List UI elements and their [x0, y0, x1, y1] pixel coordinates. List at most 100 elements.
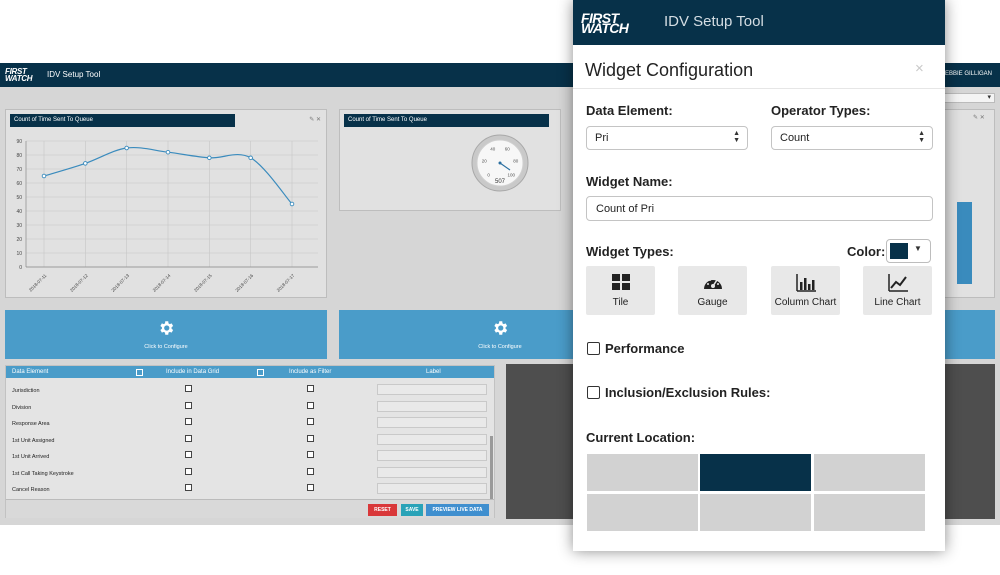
table-row: 1st Unit Assigned	[6, 432, 492, 449]
location-cell[interactable]	[814, 454, 925, 491]
configure-widget-button[interactable]: Click to Configure	[5, 310, 327, 359]
include-filter-checkbox[interactable]	[307, 467, 314, 475]
preview-live-data-button[interactable]: PREVIEW LIVE DATA	[426, 504, 489, 516]
data-point	[124, 145, 129, 151]
data-element-select[interactable]: Pri ▲ ▼	[586, 126, 748, 150]
location-cell[interactable]	[700, 494, 811, 531]
user-name[interactable]: DEBBIE GILLIGAN	[941, 71, 992, 77]
widget-configuration-modal: FIRST WATCH IDV Setup Tool Widget Config…	[573, 0, 945, 551]
location-cell[interactable]	[587, 494, 698, 531]
select-all-grid-checkbox[interactable]	[136, 369, 143, 376]
color-swatch	[890, 243, 908, 259]
column-bar	[957, 202, 972, 284]
y-tick-label: 20	[16, 237, 22, 243]
label-input[interactable]	[377, 483, 487, 494]
include-grid-checkbox[interactable]	[185, 484, 192, 491]
modal-title: Widget Configuration	[585, 60, 754, 80]
table-row: Division	[6, 399, 492, 416]
configure-widget-button-partial[interactable]	[940, 310, 995, 359]
label-input[interactable]	[377, 433, 487, 445]
widget-type-line-chart[interactable]: Line Chart	[863, 266, 932, 315]
data-point	[83, 161, 88, 166]
x-tick-label: 2018-07-13	[110, 273, 130, 293]
configure-label: Click to Configure	[144, 344, 188, 350]
include-filter-checkbox[interactable]	[307, 418, 314, 425]
label-input[interactable]	[377, 450, 487, 461]
label-input[interactable]	[377, 466, 487, 478]
color-label: Color:	[847, 244, 886, 259]
data-point	[207, 155, 212, 161]
data-element-grid: Data Element Include in Data Grid Includ…	[5, 365, 495, 518]
x-tick-label: 2018-07-17	[276, 273, 296, 293]
operator-types-select[interactable]: Count ▲ ▼	[771, 126, 933, 150]
table-row: Response Area	[6, 415, 492, 432]
gear-icon	[494, 321, 508, 335]
widget-type-gauge[interactable]: Gauge	[678, 266, 747, 315]
location-cell[interactable]	[700, 454, 811, 491]
data-point	[165, 149, 171, 155]
gauge-chart: 02040 6080100 507	[471, 134, 529, 192]
x-tick-label: 2018-07-14	[152, 273, 172, 293]
include-filter-checkbox[interactable]	[307, 434, 314, 442]
label-input[interactable]	[377, 417, 487, 428]
include-grid-checkbox[interactable]	[185, 434, 192, 442]
widget-type-tile[interactable]: Tile	[586, 266, 655, 315]
chevron-down-icon: ▾	[987, 94, 991, 101]
row-data-element: Division	[12, 404, 32, 411]
grid-scrollbar[interactable]	[490, 436, 493, 506]
include-grid-checkbox[interactable]	[185, 467, 192, 475]
y-tick-label: 10	[16, 251, 22, 257]
select-all-filter-checkbox[interactable]	[257, 369, 264, 376]
gauge-icon	[703, 278, 722, 289]
operator-types-value: Count	[780, 132, 810, 144]
gauge-tick-label: 100	[508, 172, 516, 177]
row-data-element: 1st Call Taking Keystroke	[12, 470, 74, 477]
gauge-panel: Count of Time Sent To Queue 0 20 40 60 80 100…	[339, 109, 561, 211]
table-row: Jurisdiction	[6, 382, 492, 399]
widget-type-label: Tile	[612, 297, 629, 308]
include-filter-checkbox[interactable]	[307, 484, 314, 491]
select-arrows-icon: ▲ ▼	[918, 130, 925, 144]
data-point	[248, 155, 253, 161]
header-include-grid: Include in Data Grid	[166, 369, 220, 375]
include-grid-checkbox[interactable]	[185, 385, 192, 392]
reset-button[interactable]: RESET	[368, 504, 397, 516]
y-tick-label: 60	[16, 181, 22, 187]
widget-name-input[interactable]	[586, 196, 933, 221]
performance-label: Performance	[605, 341, 685, 356]
include-filter-checkbox[interactable]	[307, 451, 314, 458]
color-picker-button[interactable]: ▼	[886, 239, 931, 263]
operator-types-label: Operator Types:	[771, 103, 871, 118]
location-cell[interactable]	[587, 454, 698, 491]
include-grid-checkbox[interactable]	[185, 418, 192, 425]
panel-tools-icons[interactable]: ✎ ✕	[973, 114, 985, 121]
save-button[interactable]: SAVE	[401, 504, 423, 516]
include-filter-checkbox[interactable]	[307, 385, 314, 392]
widget-type-column-chart[interactable]: Column Chart	[771, 266, 840, 315]
line-chart-icon	[887, 274, 908, 292]
row-data-element: Cancel Reason	[12, 487, 50, 493]
label-input[interactable]	[377, 384, 487, 395]
label-input[interactable]	[377, 400, 487, 412]
modal-app-title: IDV Setup Tool	[664, 13, 764, 30]
select-arrows-icon: ▲ ▼	[733, 130, 740, 144]
row-data-element: Response Area	[12, 421, 50, 427]
include-grid-checkbox[interactable]	[185, 451, 192, 458]
y-tick-label: 0	[19, 265, 22, 271]
background-dropdown[interactable]: ▾	[940, 93, 995, 103]
y-tick-label: 50	[16, 195, 22, 201]
performance-checkbox[interactable]	[587, 342, 600, 355]
gear-icon	[160, 321, 174, 335]
include-filter-checkbox[interactable]	[307, 401, 314, 409]
inclusion-exclusion-checkbox[interactable]	[587, 386, 600, 399]
include-grid-checkbox[interactable]	[185, 401, 192, 409]
y-tick-label: 80	[16, 153, 22, 159]
grid-header: Data Element Include in Data Grid Includ…	[6, 366, 494, 378]
line-chart-panel: Count of Time Sent To Queue ✎ ✕ 0 10 20 30 4…	[5, 109, 327, 298]
close-icon[interactable]: ×	[915, 60, 924, 77]
grid-footer: RESET SAVE PREVIEW LIVE DATA	[6, 499, 494, 518]
header-include-filter: Include as Filter	[289, 369, 332, 375]
location-cell[interactable]	[814, 494, 925, 531]
widget-name-label: Widget Name:	[586, 174, 673, 189]
firstwatch-logo: FIRST WATCH	[581, 10, 629, 36]
